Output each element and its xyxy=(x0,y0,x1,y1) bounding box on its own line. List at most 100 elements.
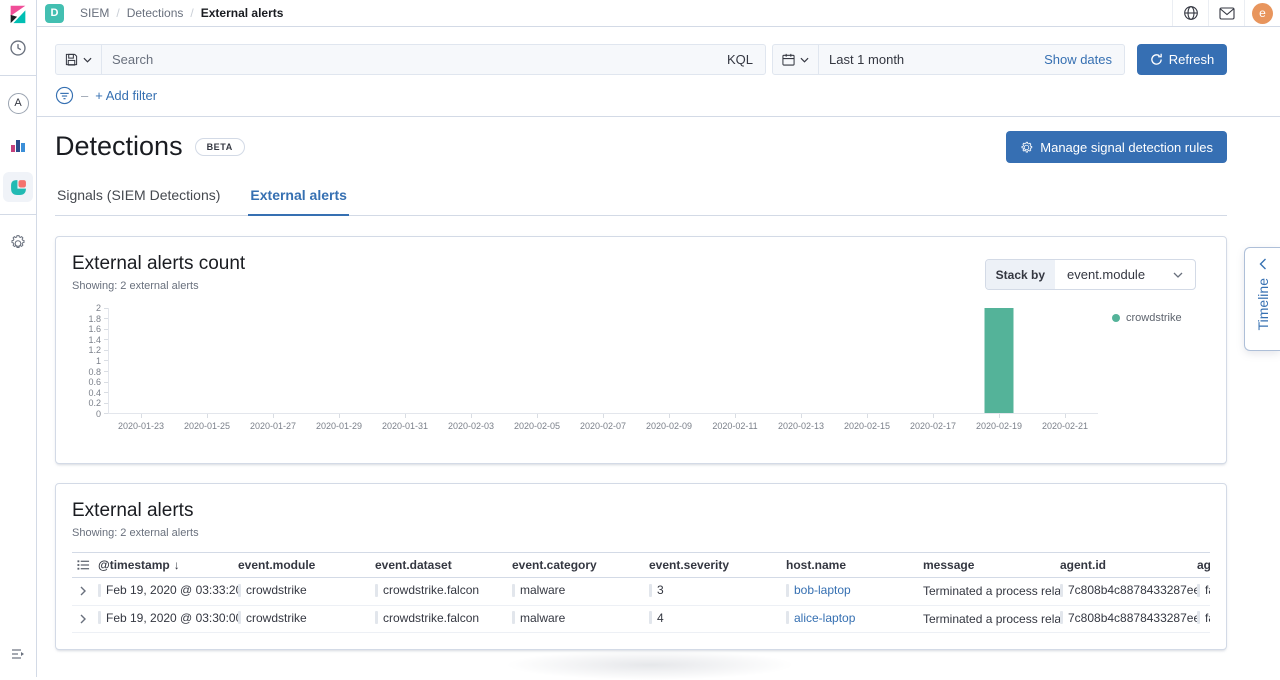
cell-event.dataset[interactable]: crowdstrike.falcon xyxy=(375,605,512,633)
cell-@timestamp[interactable]: Feb 19, 2020 @ 03:33:20.000 xyxy=(98,578,238,606)
date-picker: Last 1 month Show dates xyxy=(772,44,1125,75)
alerts-table: @timestamp↓event.moduleevent.dataseteven… xyxy=(72,552,1210,633)
cell-message: Terminated a process relate... xyxy=(923,605,1060,633)
refresh-icon xyxy=(1150,53,1163,66)
external-alerts-table-panel: External alerts Showing: 2 external aler… xyxy=(55,483,1227,650)
cell-message: Terminated a process relate... xyxy=(923,578,1060,606)
mail-icon[interactable] xyxy=(1208,0,1244,26)
drag-handle xyxy=(649,584,652,597)
show-dates-link[interactable]: Show dates xyxy=(1032,52,1124,67)
cell-host.name[interactable]: bob-laptop xyxy=(786,578,923,606)
x-axis-tick-label: 2020-02-21 xyxy=(1032,414,1098,432)
search-input[interactable] xyxy=(102,52,715,67)
chevron-down-icon xyxy=(1173,272,1183,278)
cell-@timestamp[interactable]: Feb 19, 2020 @ 03:30:00.000 xyxy=(98,605,238,633)
cell-event.severity[interactable]: 3 xyxy=(649,578,786,606)
column-header-age[interactable]: age xyxy=(1197,553,1210,578)
help-globe-icon[interactable] xyxy=(1172,0,1208,26)
recently-viewed-icon[interactable] xyxy=(3,33,33,63)
legend-item-crowdstrike[interactable]: crowdstrike xyxy=(1112,312,1210,324)
drag-handle xyxy=(512,611,515,624)
drag-handle xyxy=(238,584,241,597)
column-header-event.module[interactable]: event.module xyxy=(238,553,375,578)
page-title: Detections xyxy=(55,131,183,162)
chart-x-axis: 2020-01-232020-01-252020-01-272020-01-29… xyxy=(108,414,1098,432)
breadcrumb: SIEM/Detections/External alerts xyxy=(80,6,283,20)
x-axis-tick-label: 2020-02-09 xyxy=(636,414,702,432)
table-panel-subtitle: Showing: 2 external alerts xyxy=(72,527,1210,539)
fields-browser-button[interactable] xyxy=(72,553,98,578)
breadcrumb-item[interactable]: SIEM xyxy=(80,6,109,20)
sidebar-app-a-icon[interactable]: A xyxy=(3,88,33,118)
manage-rules-button[interactable]: Manage signal detection rules xyxy=(1006,131,1227,163)
tab-bar: Signals (SIEM Detections) External alert… xyxy=(55,187,1227,216)
legend-dot xyxy=(1112,314,1120,322)
column-header-message[interactable]: message xyxy=(923,553,1060,578)
column-header-event.category[interactable]: event.category xyxy=(512,553,649,578)
analytics-app-icon[interactable] xyxy=(3,130,33,160)
siem-app-icon[interactable] xyxy=(3,172,33,202)
user-avatar[interactable]: e xyxy=(1244,0,1280,26)
external-alerts-count-panel: External alerts count Showing: 2 externa… xyxy=(55,236,1227,464)
search-box: KQL xyxy=(55,44,766,75)
cell-event.dataset[interactable]: crowdstrike.falcon xyxy=(375,578,512,606)
timeline-flyout-button[interactable]: Timeline xyxy=(1244,247,1280,351)
space-switcher-badge[interactable]: D xyxy=(45,4,64,23)
sort-desc-icon: ↓ xyxy=(174,558,180,572)
x-axis-tick-label: 2020-01-27 xyxy=(240,414,306,432)
cell-age[interactable]: fal xyxy=(1197,605,1210,633)
x-axis-tick-label: 2020-02-11 xyxy=(702,414,768,432)
cell-event.severity[interactable]: 4 xyxy=(649,605,786,633)
cell-agent.id[interactable]: 7c808b4c8878433287eea... xyxy=(1060,578,1197,606)
cell-agent.id[interactable]: 7c808b4c8878433287eea... xyxy=(1060,605,1197,633)
saved-query-menu-button[interactable] xyxy=(56,45,102,74)
chevron-down-icon xyxy=(83,57,92,63)
expand-row-button[interactable] xyxy=(72,605,98,633)
stack-by-select[interactable]: event.module xyxy=(1055,260,1195,289)
drag-handle xyxy=(786,584,789,597)
alerts-bar-chart: 21.81.61.41.210.80.60.40.20 2020-01-2320… xyxy=(72,308,1210,434)
chevron-down-icon xyxy=(800,57,809,63)
chevron-left-icon xyxy=(1259,258,1267,270)
refresh-button[interactable]: Refresh xyxy=(1137,44,1227,75)
tab-signals[interactable]: Signals (SIEM Detections) xyxy=(55,187,222,215)
table-panel-title: External alerts xyxy=(72,500,1210,522)
expand-row-button[interactable] xyxy=(72,578,98,606)
main-content: KQL Last 1 month Show dates Refresh – + … xyxy=(37,27,1280,677)
drag-handle xyxy=(1197,611,1200,624)
sidebar-divider xyxy=(0,75,37,76)
column-header-event.severity[interactable]: event.severity xyxy=(649,553,786,578)
cell-event.category[interactable]: malware xyxy=(512,605,649,633)
stack-by-control: Stack by event.module xyxy=(985,259,1196,290)
drag-handle xyxy=(786,611,789,624)
add-filter-link[interactable]: + Add filter xyxy=(95,88,157,103)
cell-event.category[interactable]: malware xyxy=(512,578,649,606)
kibana-logo-icon[interactable] xyxy=(0,0,37,27)
column-header-event.dataset[interactable]: event.dataset xyxy=(375,553,512,578)
breadcrumb-item[interactable]: Detections xyxy=(127,6,184,20)
column-header-@timestamp[interactable]: @timestamp↓ xyxy=(98,553,238,578)
drag-handle xyxy=(1060,584,1063,597)
drag-handle xyxy=(98,584,101,597)
filter-options-icon[interactable] xyxy=(55,86,74,105)
cell-event.module[interactable]: crowdstrike xyxy=(238,578,375,606)
column-header-host.name[interactable]: host.name xyxy=(786,553,923,578)
x-axis-tick-label: 2020-02-05 xyxy=(504,414,570,432)
date-range-value[interactable]: Last 1 month xyxy=(819,52,1032,67)
fields-list-icon xyxy=(77,559,90,571)
x-axis-tick-label: 2020-01-23 xyxy=(108,414,174,432)
alert-row: Feb 19, 2020 @ 03:33:20.000crowdstrikecr… xyxy=(72,578,1210,606)
dock-navigation-icon[interactable] xyxy=(3,639,33,669)
management-gear-icon[interactable] xyxy=(3,227,33,257)
alerts-table-header-row: @timestamp↓event.moduleevent.dataseteven… xyxy=(72,553,1210,578)
x-axis-tick-label: 2020-01-29 xyxy=(306,414,372,432)
filter-bar: – + Add filter xyxy=(55,85,1227,105)
cell-age[interactable]: fal xyxy=(1197,578,1210,606)
kql-syntax-button[interactable]: KQL xyxy=(715,52,765,67)
column-header-agent.id[interactable]: agent.id xyxy=(1060,553,1197,578)
cell-host.name[interactable]: alice-laptop xyxy=(786,605,923,633)
bar-crowdstrike-2020-02-19[interactable] xyxy=(985,308,1014,413)
tab-external-alerts[interactable]: External alerts xyxy=(248,187,349,216)
cell-event.module[interactable]: crowdstrike xyxy=(238,605,375,633)
date-quick-menu-button[interactable] xyxy=(773,45,819,74)
